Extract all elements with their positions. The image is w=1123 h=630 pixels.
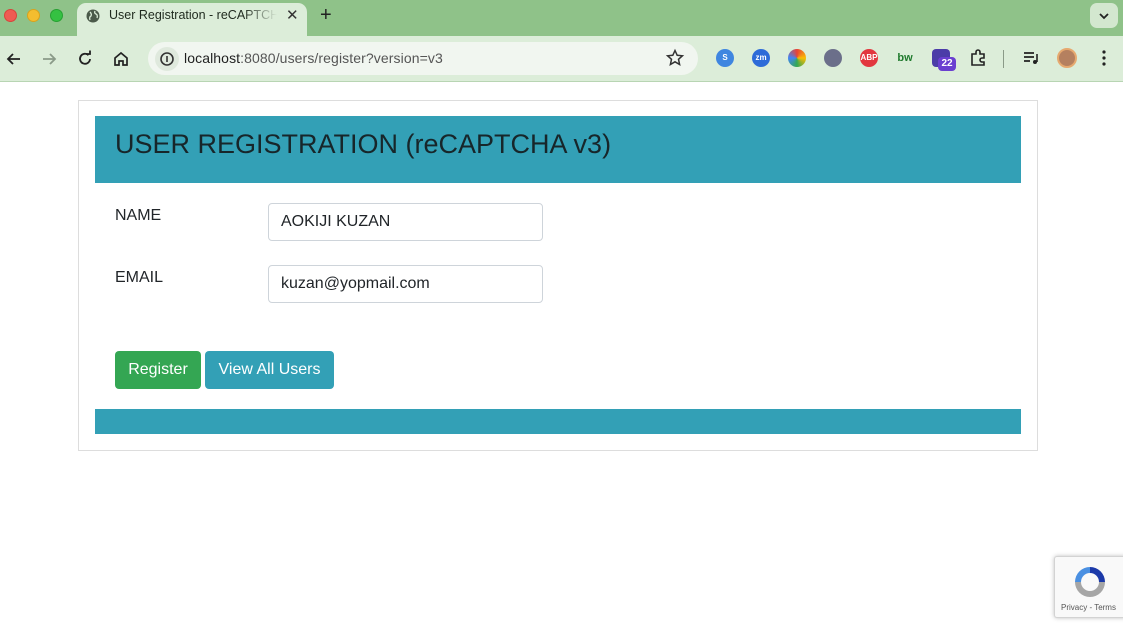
registration-card: USER REGISTRATION (reCAPTCHA v3) NAME EM… [78,100,1038,451]
recaptcha-links[interactable]: Privacy - Terms [1061,603,1116,612]
tab-search-button[interactable] [1090,3,1118,28]
tab-title: User Registration - reCAPTCHA v3 [109,8,277,22]
page-title: USER REGISTRATION (reCAPTCHA v3) [115,129,612,159]
tab-close-icon[interactable]: ✕ [286,6,299,24]
extension-abp-icon[interactable]: ABP [860,49,878,67]
name-label: NAME [115,207,162,224]
browser-tab[interactable]: User Registration - reCAPTCHA v3 ✕ [77,3,307,36]
tune-icon [160,52,174,66]
extension-s-icon[interactable]: S [716,49,734,67]
profile-avatar[interactable] [1057,48,1077,68]
card-footer [95,409,1021,434]
view-all-users-button[interactable]: View All Users [205,351,334,389]
window-maximize-button[interactable] [50,9,63,22]
email-input[interactable] [268,265,543,303]
chevron-down-icon [1099,13,1109,20]
window-close-button[interactable] [4,9,17,22]
bookmark-star-icon[interactable] [665,48,685,68]
url-text[interactable]: localhost:8080/users/register?version=v3 [184,50,443,66]
site-info-button[interactable] [155,47,179,71]
extension-profile-icon[interactable] [824,49,842,67]
name-input[interactable] [268,203,543,241]
extension-bw-icon[interactable]: bw [896,49,914,67]
card-header: USER REGISTRATION (reCAPTCHA v3) [95,116,1021,183]
globe-icon [86,9,100,23]
more-menu-icon[interactable] [1094,48,1114,68]
new-tab-icon[interactable]: + [320,4,332,27]
address-bar[interactable]: localhost:8080/users/register?version=v3 [148,42,698,75]
reload-icon[interactable] [75,49,95,69]
forward-arrow-icon[interactable] [39,49,59,69]
recaptcha-logo-icon [1075,567,1105,597]
extension-color-icon[interactable] [788,49,806,67]
browser-tab-bar: User Registration - reCAPTCHA v3 ✕ + [0,0,1123,36]
media-queue-icon[interactable] [1021,48,1041,68]
extensions-puzzle-icon[interactable] [968,48,988,68]
recaptcha-badge[interactable]: Privacy - Terms [1054,556,1123,618]
extension-zm-icon[interactable]: zm [752,49,770,67]
back-arrow-icon[interactable] [4,49,24,69]
extension-badge: 22 [938,57,956,71]
browser-toolbar: localhost:8080/users/register?version=v3… [0,36,1123,82]
home-icon[interactable] [111,49,131,69]
window-minimize-button[interactable] [27,9,40,22]
toolbar-divider [1003,50,1004,68]
register-button[interactable]: Register [115,351,201,389]
email-label: EMAIL [115,269,164,286]
